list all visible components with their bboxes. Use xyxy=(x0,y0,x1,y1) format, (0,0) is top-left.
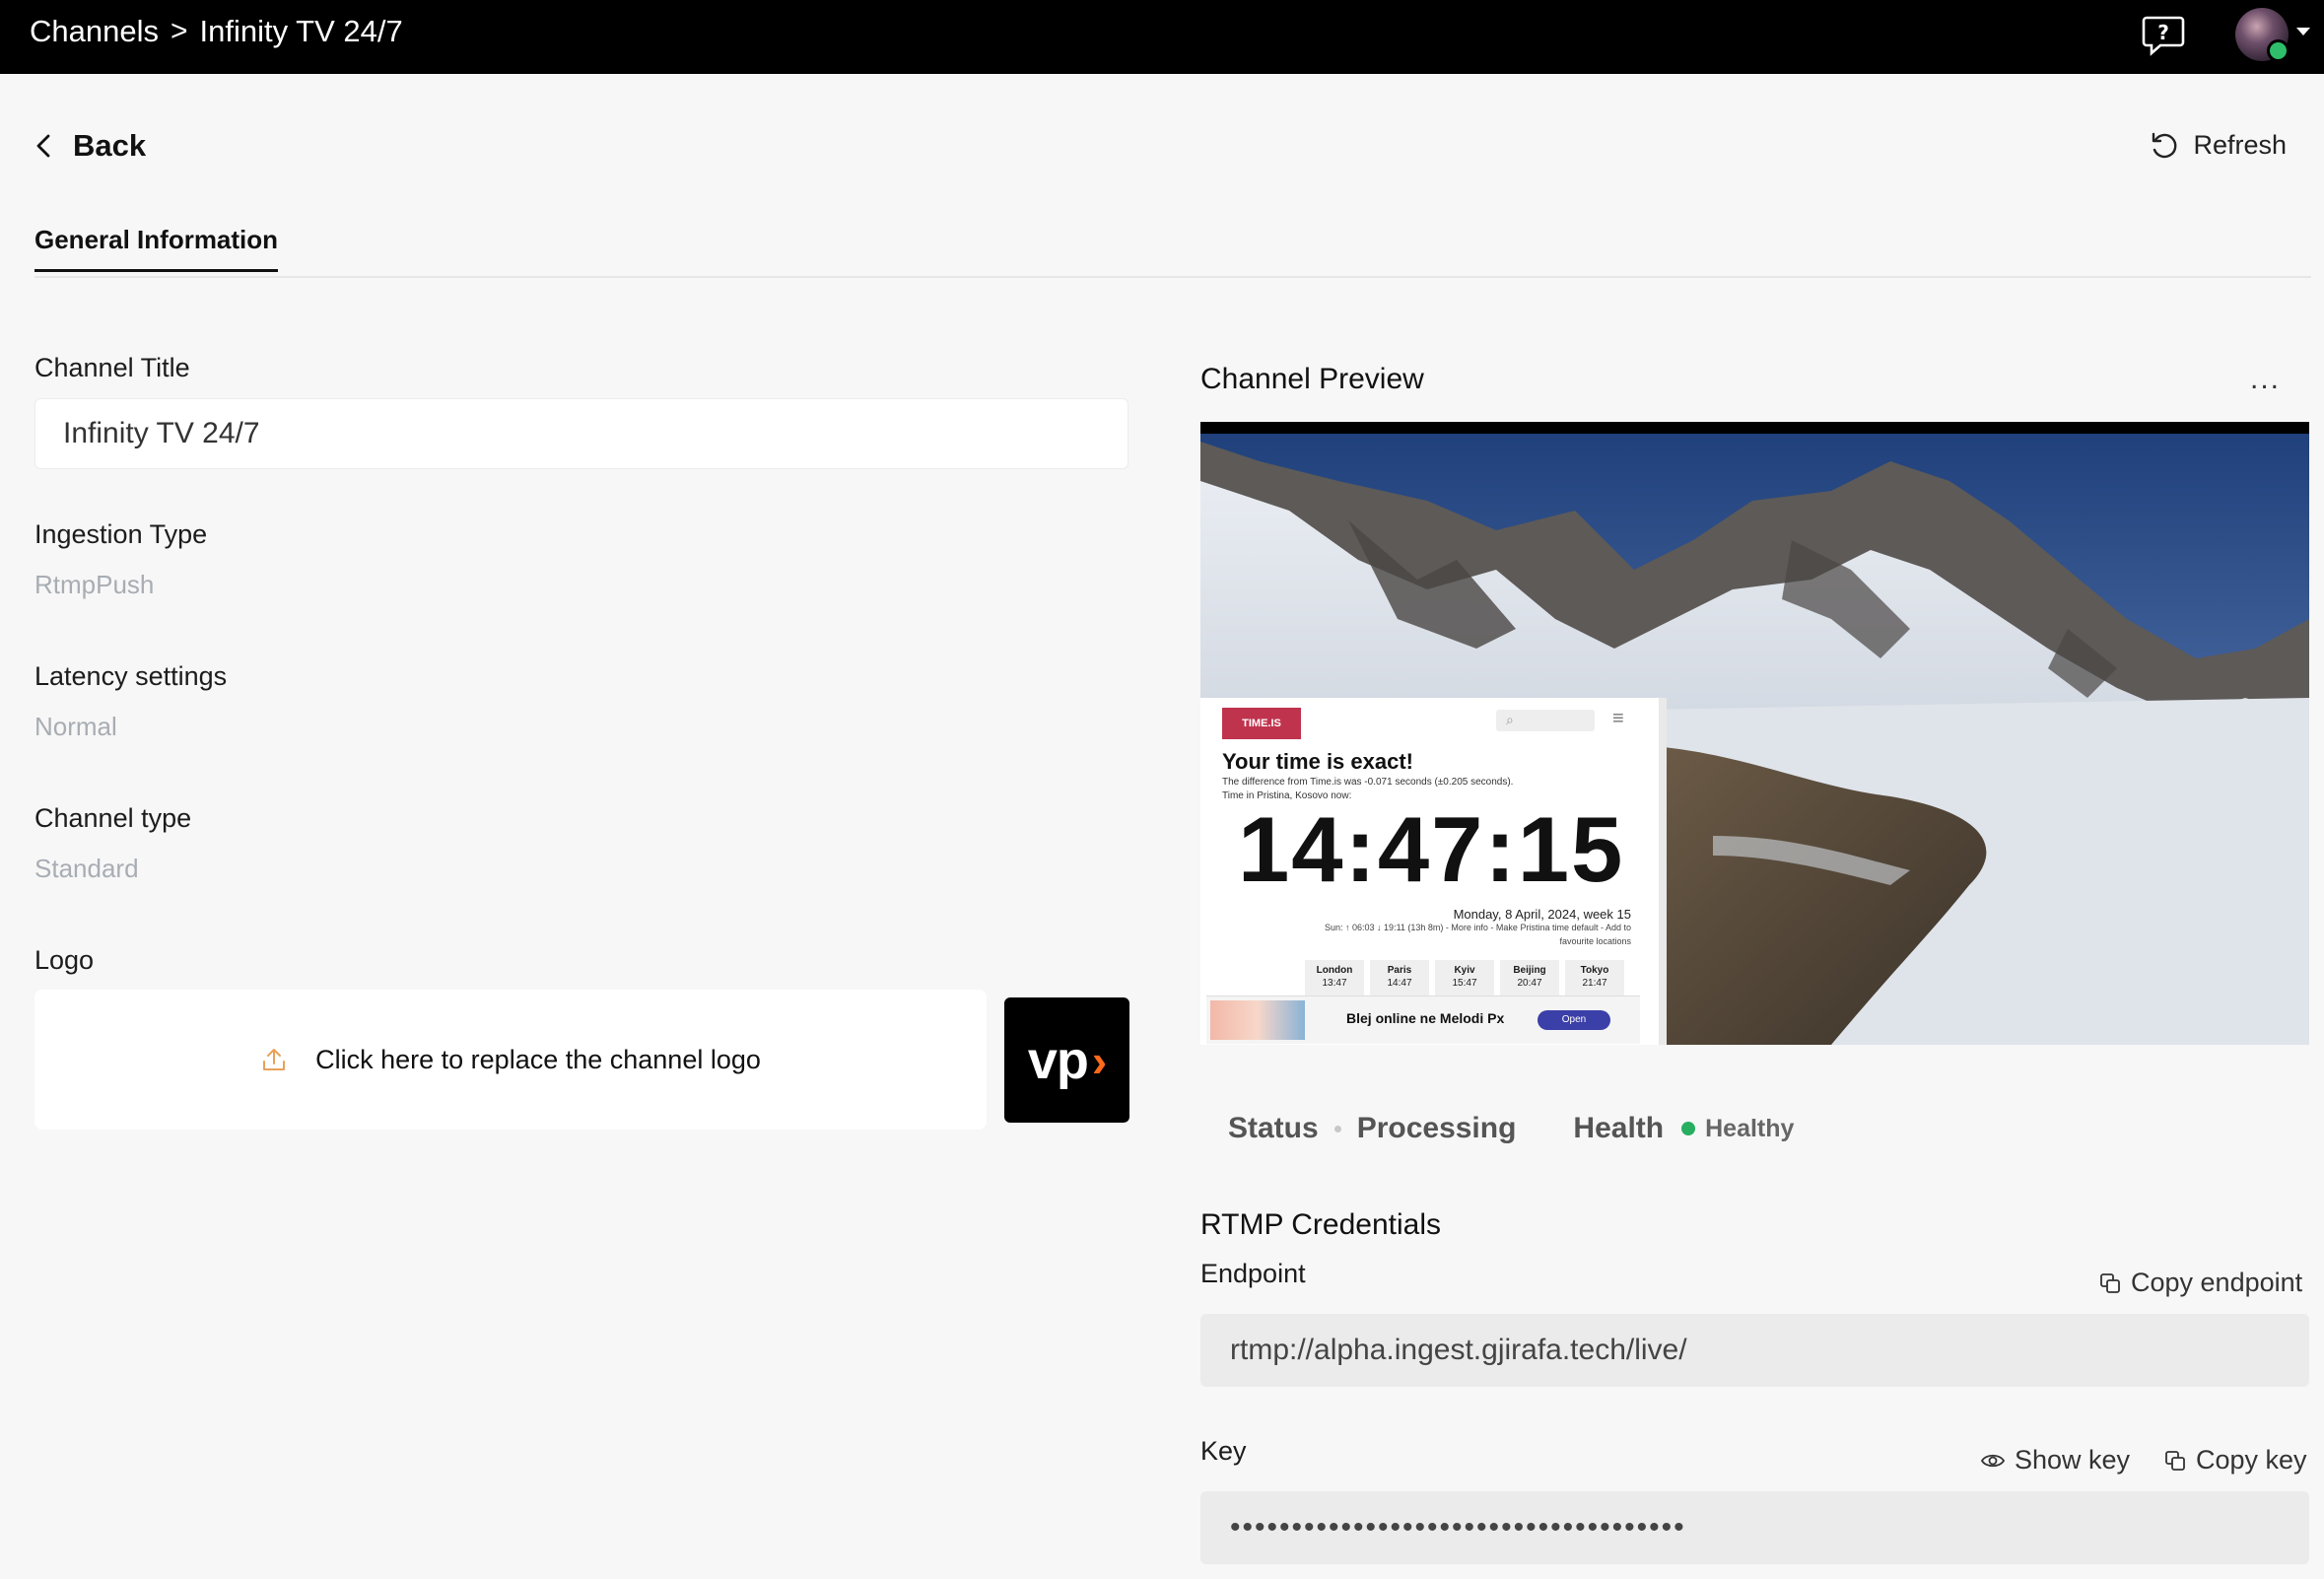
eye-icon xyxy=(1981,1454,2005,1467)
refresh-icon xyxy=(2153,132,2177,158)
city-times: London 13:47 Paris 14:47 Kyiv 15:47 Beijing… xyxy=(1305,960,1624,995)
city-time-item: Beijing 20:47 xyxy=(1500,960,1559,995)
chevron-left-icon xyxy=(36,134,50,158)
user-avatar[interactable] xyxy=(2235,8,2290,62)
status-row: Status Processing Health Healthy xyxy=(1228,1112,1794,1145)
key-field[interactable]: ••••••••••••••••••••••••••••••••••••• xyxy=(1200,1491,2309,1564)
copy-icon xyxy=(2165,1450,2185,1471)
endpoint-label: Endpoint xyxy=(1200,1259,1306,1288)
channel-title-input[interactable]: Infinity TV 24/7 xyxy=(34,398,1128,469)
top-bar: Channels > Infinity TV 24/7 ? xyxy=(0,0,2324,74)
channel-type-label: Channel type xyxy=(34,803,192,833)
time-is-brand: TIME.IS xyxy=(1222,708,1301,739)
channel-logo-thumbnail: vp › xyxy=(1004,997,1129,1123)
tab-general-information[interactable]: General Information xyxy=(34,225,279,272)
search-icon: ⌕ xyxy=(1506,712,1514,727)
channel-title-label: Channel Title xyxy=(34,353,190,382)
time-is-overlay: TIME.IS ⌕ ≡ Your time is exact! The diff… xyxy=(1200,698,1667,1045)
channel-preview-title: Channel Preview xyxy=(1200,363,1424,395)
ad-banner: Blej online ne Melodi Px Open xyxy=(1206,995,1640,1044)
back-button[interactable]: Back xyxy=(35,128,146,164)
refresh-button[interactable]: Refresh xyxy=(2150,130,2287,161)
status-separator-dot xyxy=(1333,1125,1341,1133)
svg-text:?: ? xyxy=(2157,21,2169,44)
show-key-button[interactable]: Show key xyxy=(1981,1445,2130,1476)
copy-icon xyxy=(2100,1272,2120,1293)
logo-replace-text: Click here to replace the channel logo xyxy=(315,1044,761,1074)
status-label: Status xyxy=(1228,1112,1319,1144)
back-label: Back xyxy=(73,128,147,163)
rtmp-credentials-title: RTMP Credentials xyxy=(1200,1208,1441,1241)
time-headline: Your time is exact! xyxy=(1222,749,1413,774)
city-time-item: Kyiv 15:47 xyxy=(1435,960,1494,995)
health-value: Healthy xyxy=(1705,1114,1795,1142)
ingestion-type-label: Ingestion Type xyxy=(34,519,208,549)
health-label: Health xyxy=(1573,1112,1665,1144)
time-sun-info: Sun: ↑ 06:03 ↓ 19:11 (13h 8m) - More inf… xyxy=(1325,923,1631,932)
ad-open-button: Open xyxy=(1538,1010,1610,1030)
logo-upload-dropzone[interactable]: Click here to replace the channel logo xyxy=(34,990,987,1130)
chevron-down-icon[interactable] xyxy=(2296,28,2310,35)
time-difference: The difference from Time.is was -0.071 s… xyxy=(1222,777,1514,788)
logo-label: Logo xyxy=(34,945,95,975)
time-sun-info-2: favourite locations xyxy=(1559,936,1631,946)
ad-text: Blej online ne Melodi Px xyxy=(1346,1010,1505,1026)
endpoint-field[interactable]: rtmp://alpha.ingest.gjirafa.tech/live/ xyxy=(1200,1314,2309,1387)
ad-image xyxy=(1210,1000,1305,1040)
copy-key-label: Copy key xyxy=(2196,1445,2307,1475)
breadcrumb-current: Infinity TV 24/7 xyxy=(199,14,403,48)
logo-chevron: › xyxy=(1091,1034,1107,1086)
refresh-label: Refresh xyxy=(2193,130,2287,160)
upload-icon xyxy=(263,1049,286,1070)
copy-endpoint-label: Copy endpoint xyxy=(2131,1268,2303,1297)
city-time-item: Tokyo 21:47 xyxy=(1565,960,1624,995)
copy-key-button[interactable]: Copy key xyxy=(2164,1445,2307,1476)
time-clock: 14:47:15 xyxy=(1238,797,1625,901)
breadcrumb-separator: > xyxy=(170,15,188,47)
more-options-icon[interactable]: ... xyxy=(2250,363,2281,396)
online-status-dot xyxy=(2267,39,2290,62)
time-date: Monday, 8 April, 2024, week 15 xyxy=(1453,907,1631,922)
channel-type-value: Standard xyxy=(34,854,139,883)
health-indicator-dot xyxy=(1681,1122,1696,1135)
city-time-item: Paris 14:47 xyxy=(1370,960,1429,995)
tab-bar: General Information xyxy=(34,219,2311,278)
show-key-label: Show key xyxy=(2015,1445,2131,1475)
city-time-item: London 13:47 xyxy=(1305,960,1364,995)
breadcrumb-channels[interactable]: Channels xyxy=(30,14,159,49)
copy-endpoint-button[interactable]: Copy endpoint xyxy=(2099,1268,2302,1298)
status-value: Processing xyxy=(1356,1112,1517,1144)
menu-icon: ≡ xyxy=(1612,708,1624,729)
latency-settings-label: Latency settings xyxy=(34,661,228,691)
breadcrumb: Channels > Infinity TV 24/7 xyxy=(30,14,403,49)
key-label: Key xyxy=(1200,1436,1247,1466)
logo-mark: vp xyxy=(1027,1030,1089,1090)
channel-preview-video[interactable]: TIME.IS ⌕ ≡ Your time is exact! The diff… xyxy=(1200,422,2309,1045)
latency-settings-value: Normal xyxy=(34,712,117,741)
ingestion-type-value: RtmpPush xyxy=(34,570,155,599)
help-chat-icon[interactable]: ? xyxy=(2141,14,2186,57)
